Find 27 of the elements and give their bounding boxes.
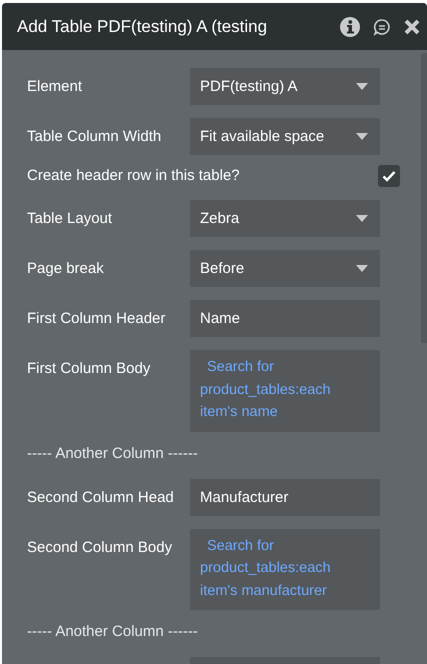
- field-label: Table Layout: [27, 209, 114, 228]
- dropdown[interactable]: Before: [190, 250, 380, 287]
- field-label: First Column Header: [27, 309, 166, 328]
- field-label: Page break: [27, 259, 105, 278]
- checkbox[interactable]: [378, 165, 400, 187]
- close-icon[interactable]: [403, 18, 421, 36]
- panel-title: Add Table PDF(testing) A (testing: [17, 16, 268, 36]
- caret-icon: [356, 265, 368, 272]
- section-divider-label: ----- Another Column ------: [27, 623, 199, 641]
- field-label: Create header row in this table?: [27, 167, 240, 185]
- input-field[interactable]: Name: [190, 300, 380, 337]
- check-icon: [382, 170, 396, 182]
- input-field[interactable]: Manufacturer: [190, 478, 380, 516]
- comment-icon[interactable]: [373, 18, 391, 36]
- field-label: Second Column Body: [27, 538, 174, 556]
- dropdown[interactable]: Zebra: [190, 200, 380, 237]
- info-icon[interactable]: [339, 16, 361, 38]
- field-label: First Column Body: [27, 359, 152, 378]
- field-label: Table Column Width: [27, 127, 162, 146]
- field-label: Second Column Head: [27, 488, 175, 506]
- section-divider-label: ----- Another Column ------: [27, 444, 199, 462]
- field-label: Element: [27, 77, 84, 96]
- dropdown[interactable]: Fit available space: [190, 118, 380, 155]
- caret-icon: [356, 83, 368, 90]
- caret-icon: [356, 215, 368, 222]
- dropdown[interactable]: PDF(testing) A: [190, 68, 380, 105]
- caret-icon: [356, 133, 368, 140]
